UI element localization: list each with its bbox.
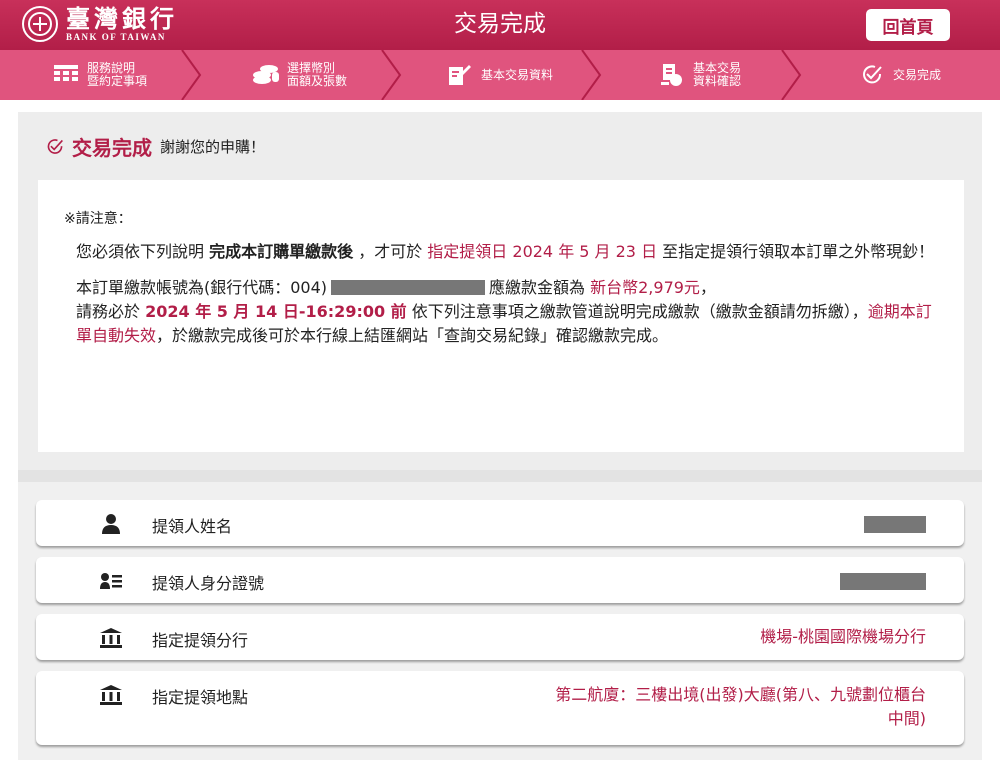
main-content: 交易完成 謝謝您的申購！ ※請注意： 您必須依下列說明 完成本訂購單繳款後 ，才… — [18, 112, 982, 760]
check-circle-icon — [859, 64, 885, 86]
completion-heading: 交易完成 謝謝您的申購！ — [46, 132, 265, 161]
redacted-value — [864, 516, 926, 533]
redacted-account-number — [331, 280, 486, 295]
coins-icon — [252, 64, 279, 86]
chevron-right-icon — [181, 50, 202, 100]
text: 請務必於 — [76, 302, 146, 321]
row-value: 第二航廈：三樓出境(出發)大廳(第八、九號劃位櫃台中間) — [555, 683, 926, 731]
row-value: 機場-桃園國際機場分行 — [760, 627, 926, 646]
step-label-line2: 資料確認 — [692, 74, 741, 88]
redacted-value — [840, 573, 926, 590]
step-basic-info: 基本交易資料 — [400, 50, 602, 100]
chevron-right-icon — [781, 50, 802, 100]
text: 應繳款金額為 — [489, 278, 591, 297]
document-check-icon — [659, 64, 685, 86]
step-label-line2: 面額及張數 — [286, 74, 347, 88]
text: 至指定提領行領取本訂單之外幣現鈔！ — [657, 242, 935, 261]
text: 本訂單繳款帳號為(銀行代碼：004) — [76, 278, 328, 297]
row-label: 提領人身分證號 — [152, 574, 265, 593]
step-label-line1: 交易完成 — [892, 67, 941, 82]
step-label-line1: 基本交易資料 — [480, 67, 553, 82]
header-bar: 臺灣銀行 BANK OF TAIWAN 交易完成 回首頁 — [0, 0, 1000, 50]
grid-icon — [53, 64, 79, 86]
check-circle-icon — [47, 138, 63, 154]
text: 依下列注意事項之繳款管道說明完成繳款（繳款金額請勿拆繳）， — [406, 302, 868, 321]
notice-panel: ※請注意： 您必須依下列說明 完成本訂購單繳款後 ，才可於 指定提領日 2024… — [38, 180, 964, 452]
emphasis-text: 完成本訂購單繳款後 — [209, 242, 354, 261]
value-line-2: 中間) — [887, 709, 926, 728]
row-label: 指定提領分行 — [152, 631, 249, 650]
progress-steps: 服務說明 暨約定事項 選擇幣別 面額及張數 基本交易資料 基本交易 資料確認 交易完成 — [0, 50, 1000, 100]
info-row-name: 提領人姓名 — [36, 500, 964, 546]
info-row-id: 提領人身分證號 — [36, 557, 964, 603]
row-label: 指定提領地點 — [152, 688, 249, 707]
bank-logo[interactable]: 臺灣銀行 BANK OF TAIWAN — [22, 6, 178, 42]
info-row-branch: 指定提領分行 機場-桃園國際機場分行 — [36, 614, 964, 660]
section-divider — [18, 470, 982, 482]
edit-icon — [447, 64, 473, 86]
chevron-right-icon — [381, 50, 402, 100]
notice-paragraph-1: 您必須依下列說明 完成本訂購單繳款後 ，才可於 指定提領日 2024 年 5 月… — [64, 240, 938, 264]
id-card-icon — [100, 573, 122, 589]
step-service-terms: 服務說明 暨約定事項 — [0, 50, 202, 100]
chevron-right-icon — [581, 50, 602, 100]
person-icon — [102, 514, 120, 534]
step-complete: 交易完成 — [800, 50, 1000, 100]
completion-message: 謝謝您的申購！ — [160, 138, 266, 156]
bank-icon — [100, 628, 122, 648]
row-label: 提領人姓名 — [152, 517, 233, 536]
bank-icon — [100, 685, 122, 705]
step-currency-selection: 選擇幣別 面額及張數 — [200, 50, 402, 100]
step-label-line2: 暨約定事項 — [86, 74, 147, 88]
home-button[interactable]: 回首頁 — [866, 9, 950, 41]
pickup-info-section: 提領人姓名 提領人身分證號 指定提領分行 機場-桃園國際機場分行 指定提領地點 … — [18, 482, 982, 760]
notice-paragraph-2: 本訂單繳款帳號為(銀行代碼：004) 應繳款金額為 新台幣2,979元， 請務必於 … — [64, 276, 938, 348]
text: ，於繳款完成後可於本行線上結匯網站「查詢交易紀錄」確認繳款完成。 — [156, 326, 669, 345]
text: ，才可於 — [353, 242, 428, 261]
value-line-1: 第二航廈：三樓出境(出發)大廳(第八、九號劃位櫃台 — [555, 685, 926, 704]
notice-title: ※請注意： — [64, 211, 132, 227]
payment-amount: 新台幣2,979元 — [590, 278, 700, 297]
step-info-confirm: 基本交易 資料確認 — [600, 50, 802, 100]
text: 您必須依下列說明 — [76, 242, 210, 261]
info-row-location: 指定提領地點 第二航廈：三樓出境(出發)大廳(第八、九號劃位櫃台中間) — [36, 671, 964, 745]
completion-title: 交易完成 — [72, 136, 152, 160]
bank-seal-icon — [22, 6, 58, 42]
payment-deadline: 2024 年 5 月 14 日-16:29:00 前 — [145, 302, 407, 321]
text: ， — [699, 278, 716, 297]
logo-chinese-name: 臺灣銀行 — [66, 4, 178, 33]
pickup-date: 指定提領日 2024 年 5 月 23 日 — [427, 242, 658, 261]
logo-english-name: BANK OF TAIWAN — [66, 32, 166, 42]
